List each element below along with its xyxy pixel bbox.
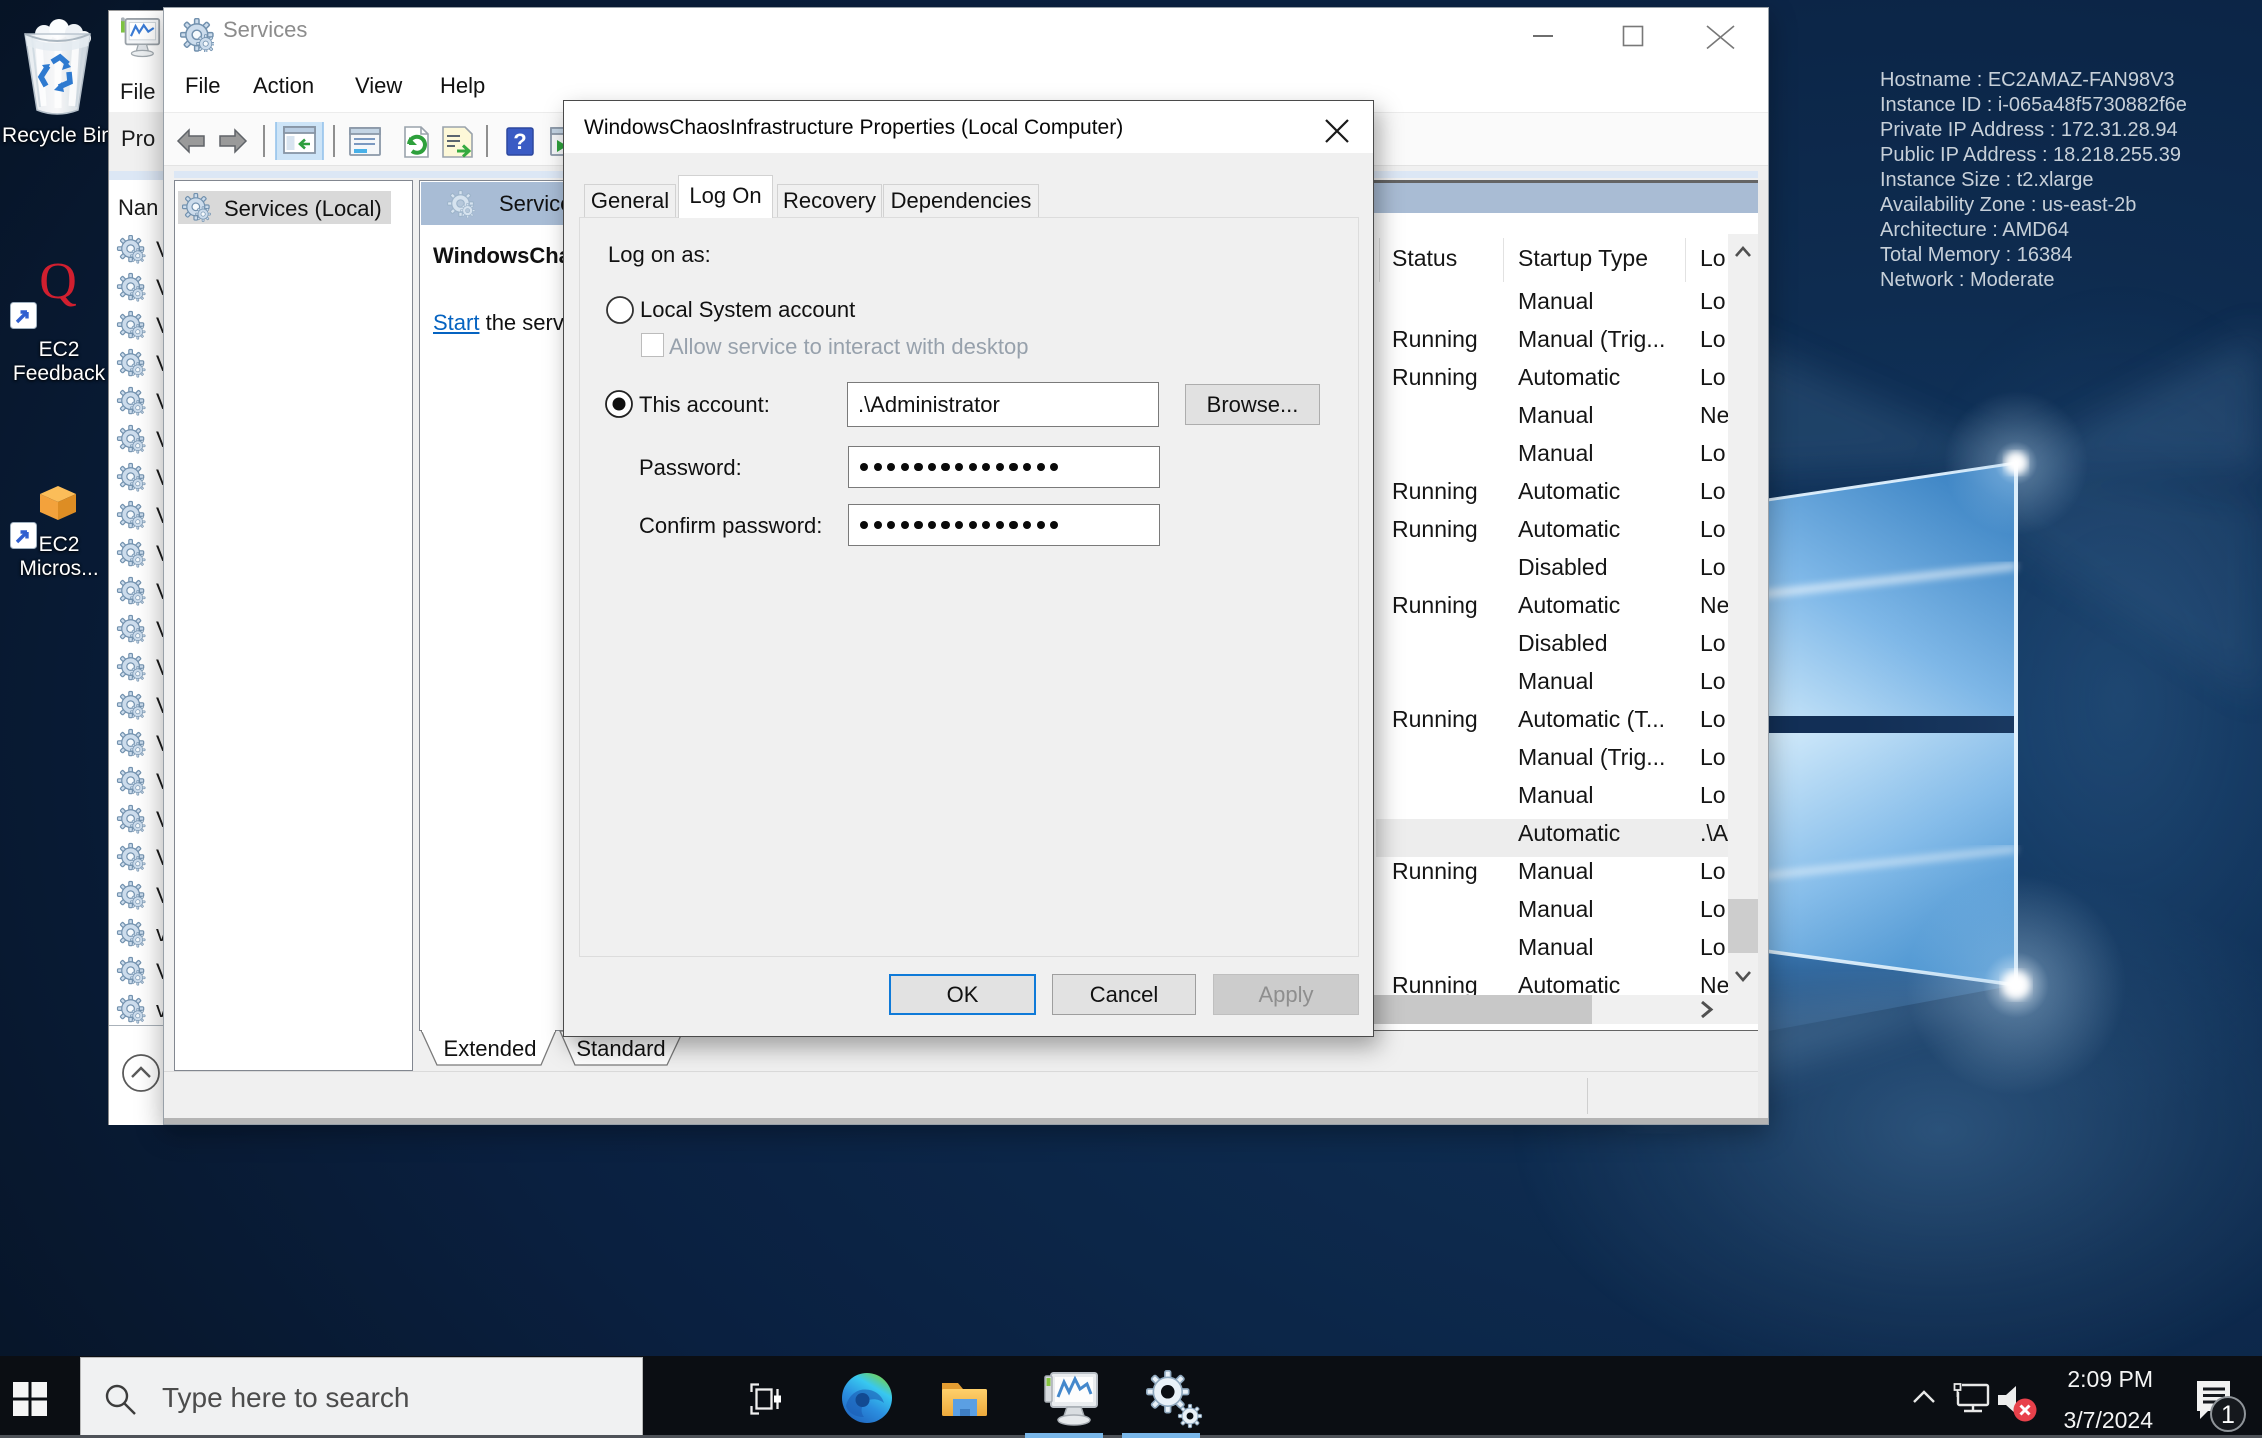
svg-text:V: V bbox=[156, 769, 163, 794]
svg-text:v: v bbox=[156, 921, 163, 946]
svg-text:V: V bbox=[156, 845, 163, 870]
svg-text:1: 1 bbox=[2221, 1401, 2235, 1429]
svg-text:V: V bbox=[156, 617, 163, 642]
svg-text:v: v bbox=[156, 997, 163, 1022]
svg-text:?: ? bbox=[513, 129, 526, 154]
svg-text:V: V bbox=[156, 655, 163, 680]
svg-text:V: V bbox=[156, 389, 163, 414]
svg-text:V: V bbox=[156, 807, 163, 832]
svg-text:V: V bbox=[156, 313, 163, 338]
svg-text:V: V bbox=[156, 427, 163, 452]
svg-text:V: V bbox=[156, 693, 163, 718]
svg-text:V: V bbox=[156, 351, 163, 376]
svg-text:V: V bbox=[156, 579, 163, 604]
svg-text:Extended: Extended bbox=[444, 1036, 537, 1061]
svg-text:Standard: Standard bbox=[576, 1036, 665, 1061]
svg-text:V: V bbox=[156, 541, 163, 566]
svg-text:V: V bbox=[156, 237, 163, 262]
svg-text:V: V bbox=[156, 465, 163, 490]
svg-text:V: V bbox=[156, 503, 163, 528]
svg-text:V: V bbox=[156, 883, 163, 908]
svg-text:V: V bbox=[156, 275, 163, 300]
svg-text:V: V bbox=[156, 731, 163, 756]
svg-text:V: V bbox=[156, 959, 163, 984]
